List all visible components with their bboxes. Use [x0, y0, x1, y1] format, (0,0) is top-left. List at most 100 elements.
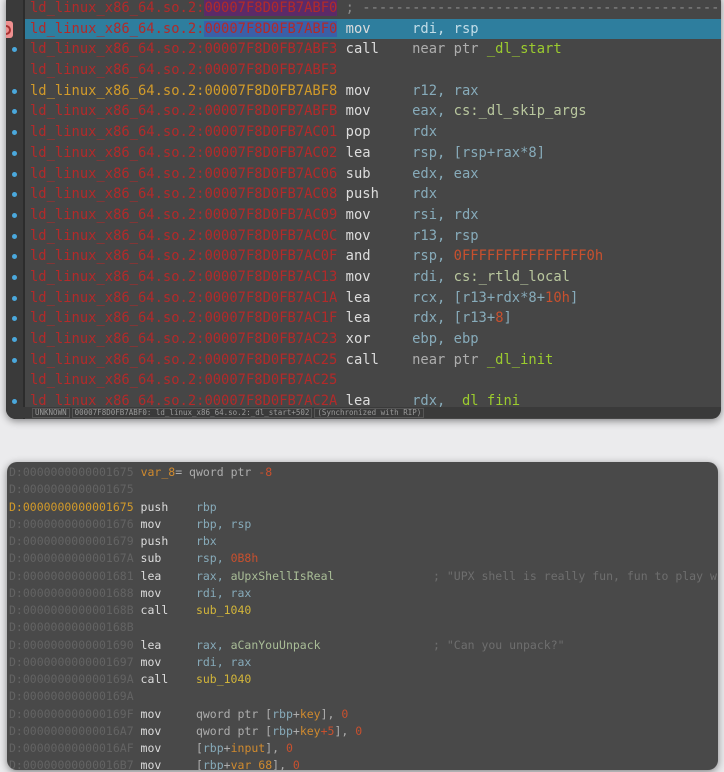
asm-row[interactable]: D:00000000000016B7 mov [rbp+var_68], 0	[7, 757, 718, 770]
asm-row[interactable]: D:000000000000167A sub rsp, 0B8h	[7, 550, 718, 567]
asm-row[interactable]: D:0000000000001697 mov rdi, rax	[7, 654, 718, 671]
asm-row[interactable]: ld_linux_x86_64.so.2:00007F8D0FB7AC23 xo…	[25, 329, 721, 350]
asm-row[interactable]: D:0000000000001688 mov rdi, rax	[7, 585, 718, 602]
address: D:000000000000168B	[9, 603, 134, 617]
asm-row[interactable]: D:000000000000168B	[7, 619, 718, 636]
mnemonic: push	[134, 500, 196, 514]
operand-text: +	[224, 741, 231, 755]
asm-row[interactable]: D:0000000000001675	[7, 481, 718, 498]
asm-row[interactable]: D:0000000000001675 var_8= qword ptr -8	[7, 464, 718, 481]
breakpoint-gutter[interactable]	[6, 0, 25, 419]
operand-text: 0	[286, 741, 293, 755]
asm-row[interactable]: D:000000000000168B call sub_1040	[7, 602, 718, 619]
address: D:0000000000001688	[9, 586, 134, 600]
operand-text: rdi, rax	[196, 586, 251, 600]
asm-row[interactable]: ld_linux_x86_64.so.2:00007F8D0FB7AC1F le…	[25, 308, 721, 329]
asm-row[interactable]: D:0000000000001675 push rbp	[7, 499, 718, 516]
module-prefix: ld_linux_x86_64.so.2:	[30, 269, 204, 285]
asm-row[interactable]: D:00000000000016A7 mov qword ptr [rbp+ke…	[7, 723, 718, 740]
asm-row[interactable]: ld_linux_x86_64.so.2:00007F8D0FB7AC08 pu…	[25, 184, 721, 205]
address: 00007F8D0FB7ABF0	[204, 21, 337, 37]
instruction-dot-icon[interactable]	[12, 151, 17, 156]
operand-text: rdx	[412, 186, 437, 202]
operand-text: rsp,	[196, 551, 231, 565]
instruction-dot-icon[interactable]	[12, 234, 17, 239]
operand-text: _dl_start	[487, 41, 562, 57]
instruction-dot-icon[interactable]	[12, 337, 17, 342]
operand-text: rbp	[272, 707, 293, 721]
operand-text: rdi, rax	[196, 655, 251, 669]
asm-row[interactable]: ld_linux_x86_64.so.2:00007F8D0FB7AC06 su…	[25, 164, 721, 185]
asm-row[interactable]: ld_linux_x86_64.so.2:00007F8D0FB7AC02 le…	[25, 143, 721, 164]
disassembly-panel-top[interactable]: ld_linux_x86_64.so.2:00007F8D0FB7ABF0 ; …	[6, 0, 721, 419]
ida-debugger-screen: ld_linux_x86_64.so.2:00007F8D0FB7ABF0 ; …	[0, 0, 724, 772]
asm-row[interactable]: D:000000000000169A call sub_1040	[7, 671, 718, 688]
asm-row[interactable]: ld_linux_x86_64.so.2:00007F8D0FB7AC25 ca…	[25, 350, 721, 371]
module-prefix: ld_linux_x86_64.so.2:	[30, 186, 204, 202]
instruction-dot-icon[interactable]	[12, 89, 17, 94]
instruction-dot-icon[interactable]	[12, 358, 17, 363]
address: D:000000000000169A	[9, 672, 134, 686]
asm-row[interactable]: D:0000000000001679 push rbx	[7, 533, 718, 550]
asm-row[interactable]: ld_linux_x86_64.so.2:00007F8D0FB7AC13 mo…	[25, 267, 721, 288]
asm-row[interactable]: D:0000000000001690 lea rax, aCanYouUnpac…	[7, 637, 718, 654]
operand-text: +	[293, 707, 300, 721]
rip-marker-icon	[6, 21, 13, 38]
asm-row[interactable]: D:000000000000169F mov qword ptr [rbp+ke…	[7, 706, 718, 723]
operand-text: rdi,	[412, 269, 454, 285]
instruction-dot-icon[interactable]	[12, 213, 17, 218]
address: D:000000000000169F	[9, 707, 134, 721]
instruction-dot-icon[interactable]	[12, 296, 17, 301]
rip-ring-icon	[6, 25, 11, 35]
mnemonic: mov	[337, 103, 412, 119]
operand-text: ],	[265, 741, 286, 755]
address: 00007F8D0FB7AC01	[204, 124, 337, 140]
mnemonic: pop	[337, 124, 412, 140]
operand-text: 8	[495, 310, 503, 326]
asm-row[interactable]: ld_linux_x86_64.so.2:00007F8D0FB7ABF3	[25, 60, 721, 81]
asm-row[interactable]: D:0000000000001681 lea rax, aUpxShellIsR…	[7, 568, 718, 585]
operand-text: ],	[321, 707, 342, 721]
mnemonic: sub	[337, 166, 412, 182]
operand-text: rcx, [r13+rdx*8+	[412, 290, 545, 306]
asm-row[interactable]: ld_linux_x86_64.so.2:00007F8D0FB7AC1A le…	[25, 288, 721, 309]
operand-text: qword ptr [	[196, 724, 272, 738]
address: D:0000000000001675	[9, 482, 134, 496]
disassembly-listing-top: ld_linux_x86_64.so.2:00007F8D0FB7ABF0 ; …	[25, 0, 721, 412]
instruction-dot-icon[interactable]	[12, 172, 17, 177]
mnemonic: mov	[337, 207, 412, 223]
operand-text: rdx, [r13+	[412, 310, 495, 326]
asm-row[interactable]: ld_linux_x86_64.so.2:00007F8D0FB7AC25	[25, 370, 721, 391]
operand-text: rbp, rsp	[196, 517, 251, 531]
asm-row[interactable]: ld_linux_x86_64.so.2:00007F8D0FB7AC0F an…	[25, 246, 721, 267]
asm-row[interactable]: ld_linux_x86_64.so.2:00007F8D0FB7ABF0 ; …	[25, 0, 721, 19]
operand-text: 0B8h	[231, 551, 259, 565]
operand-text: var_68	[231, 758, 273, 770]
address: 00007F8D0FB7AC1A	[204, 290, 337, 306]
mnemonic: lea	[134, 638, 196, 652]
asm-row[interactable]: ld_linux_x86_64.so.2:00007F8D0FB7ABF0 mo…	[25, 19, 721, 40]
asm-row[interactable]: ld_linux_x86_64.so.2:00007F8D0FB7AC01 po…	[25, 122, 721, 143]
address: D:0000000000001690	[9, 638, 134, 652]
status-location: 00007F8D0FB7ABF0: ld_linux_x86_64.so.2:_…	[72, 408, 313, 418]
instruction-dot-icon[interactable]	[12, 275, 17, 280]
asm-row[interactable]: D:000000000000169A	[7, 688, 718, 705]
operand-text: sub_1040	[196, 603, 251, 617]
operand-text: edx, eax	[412, 166, 478, 182]
asm-row[interactable]: ld_linux_x86_64.so.2:00007F8D0FB7ABF8 mo…	[25, 81, 721, 102]
disassembly-panel-bottom[interactable]: D:0000000000001675 var_8= qword ptr -8D:…	[7, 462, 718, 770]
address: D:000000000000168B	[9, 620, 134, 634]
operand-text: rbp	[203, 758, 224, 770]
module-prefix: ld_linux_x86_64.so.2:	[30, 21, 204, 37]
asm-row[interactable]: ld_linux_x86_64.so.2:00007F8D0FB7ABF3 ca…	[25, 39, 721, 60]
module-prefix: ld_linux_x86_64.so.2:	[30, 41, 204, 57]
asm-row[interactable]: ld_linux_x86_64.so.2:00007F8D0FB7AC09 mo…	[25, 205, 721, 226]
asm-row[interactable]: D:00000000000016AF mov [rbp+input], 0	[7, 740, 718, 757]
operand-text: rsp,	[412, 248, 454, 264]
asm-row[interactable]: D:0000000000001676 mov rbp, rsp	[7, 516, 718, 533]
operand-text: sub_1040	[196, 672, 251, 686]
asm-row[interactable]: ld_linux_x86_64.so.2:00007F8D0FB7ABFB mo…	[25, 101, 721, 122]
asm-row[interactable]: ld_linux_x86_64.so.2:00007F8D0FB7AC0C mo…	[25, 226, 721, 247]
operand-text: +	[293, 724, 300, 738]
mnemonic: mov	[134, 655, 196, 669]
